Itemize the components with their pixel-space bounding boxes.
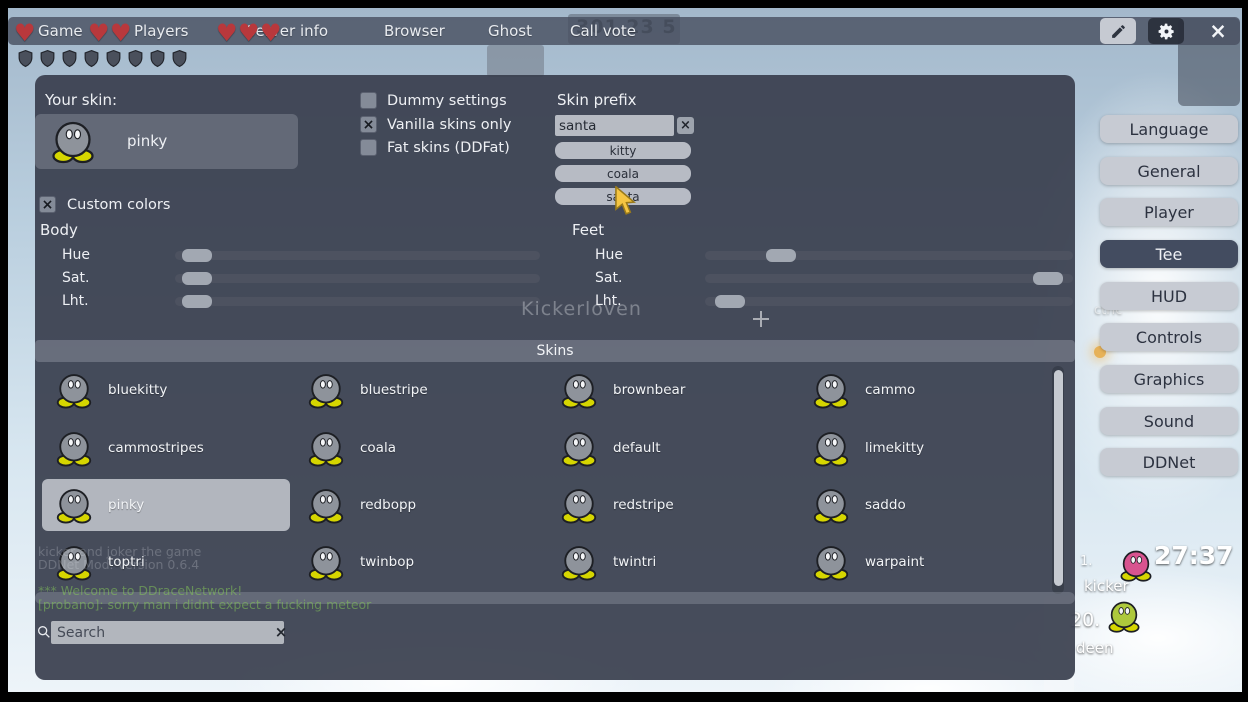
heart-icon: ♥ (14, 19, 36, 47)
skin-item-default[interactable]: default (547, 422, 795, 474)
hud-tee-icon (1106, 598, 1142, 638)
shield-icon (148, 49, 167, 72)
tee-icon (811, 370, 851, 410)
close-button[interactable]: × (1204, 17, 1232, 45)
shield-icon (104, 49, 123, 72)
edit-button[interactable] (1100, 18, 1136, 44)
tee-icon (559, 542, 599, 582)
skin-item-twinbop[interactable]: twinbop (294, 536, 542, 588)
tee-icon (306, 485, 346, 525)
tee-icon (306, 542, 346, 582)
tee-icon (811, 485, 851, 525)
skin-item-cammo[interactable]: cammo (799, 364, 1047, 416)
shield-icon (170, 49, 189, 72)
hud-text: 27:37 (1154, 541, 1234, 570)
shield-icon (82, 49, 101, 72)
shield-icon (126, 49, 145, 72)
tee-icon (559, 485, 599, 525)
skins-scrollbar[interactable] (1052, 366, 1064, 594)
menubar: × GamePlayersServer infoBrowserGhostCall… (8, 17, 1240, 45)
skin-name: coala (360, 440, 396, 456)
tee-icon (1106, 598, 1142, 634)
settings-button[interactable] (1148, 18, 1184, 44)
search-clear-button[interactable]: × (272, 623, 290, 641)
tee-icon (306, 428, 346, 468)
tee-icon (559, 428, 599, 468)
skin-item-redstripe[interactable]: redstripe (547, 479, 795, 531)
app-window: 301 23 5 Kickerloven ctric ♥♥♥♥♥♥ × Game… (0, 0, 1248, 702)
shield-icon (16, 49, 35, 72)
skin-name: redstripe (613, 497, 674, 513)
tee-icon (811, 542, 851, 582)
tee-icon (54, 370, 94, 410)
hud-text: kicker (1084, 577, 1129, 595)
skin-item-pinky[interactable]: pinky (42, 479, 290, 531)
skin-item-twintri[interactable]: twintri (547, 536, 795, 588)
skin-name: bluestripe (360, 382, 428, 398)
search-input[interactable] (51, 621, 284, 644)
tab-sound[interactable]: Sound (1100, 407, 1238, 435)
skin-item-brownbear[interactable]: brownbear (547, 364, 795, 416)
sparkle-icon (753, 311, 769, 331)
hud-text: 1. (1080, 554, 1092, 569)
tab-player[interactable]: Player (1100, 198, 1238, 226)
shield-icon (38, 49, 57, 72)
skin-name: warpaint (865, 554, 924, 570)
mouse-cursor-icon (613, 186, 639, 221)
game-screen: 301 23 5 Kickerloven ctric ♥♥♥♥♥♥ × Game… (8, 8, 1242, 692)
skin-name: pinky (108, 497, 144, 513)
tab-controls[interactable]: Controls (1100, 323, 1238, 351)
heart-icon: ♥ (216, 19, 238, 47)
skin-name: saddo (865, 497, 906, 513)
tab-general[interactable]: General (1100, 157, 1238, 185)
hud-text: deen (1076, 639, 1114, 657)
tab-ddnet[interactable]: DDNet (1100, 448, 1238, 476)
gear-icon (1157, 22, 1176, 41)
pencil-icon (1110, 23, 1127, 40)
skin-name: twinbop (360, 554, 414, 570)
skin-name: cammostripes (108, 440, 204, 456)
tee-icon (306, 370, 346, 410)
tee-icon (54, 428, 94, 468)
background-nameplate-kickerloven: Kickerloven (521, 298, 642, 320)
tab-hud[interactable]: HUD (1100, 282, 1238, 310)
skin-name: brownbear (613, 382, 685, 398)
heart-icon: ♥ (260, 19, 282, 47)
skin-item-redbopp[interactable]: redbopp (294, 479, 542, 531)
tab-language[interactable]: Language (1100, 115, 1238, 143)
chat-line: [probano]: sorry man i didnt expect a fu… (38, 597, 371, 612)
skin-item-cammostripes[interactable]: cammostripes (42, 422, 290, 474)
menu-item-browser[interactable]: Browser (384, 22, 445, 40)
skin-item-bluekitty[interactable]: bluekitty (42, 364, 290, 416)
tab-graphics[interactable]: Graphics (1100, 365, 1238, 393)
menu-item-game[interactable]: Game (38, 22, 83, 40)
heart-icon: ♥ (110, 19, 132, 47)
menu-item-call-vote[interactable]: Call vote (570, 22, 636, 40)
tab-tee[interactable]: Tee (1100, 240, 1238, 268)
search-icon (36, 624, 52, 644)
chat-line: *** Welcome to DDraceNetwork! (38, 583, 242, 598)
skin-item-coala[interactable]: coala (294, 422, 542, 474)
skin-item-bluestripe[interactable]: bluestripe (294, 364, 542, 416)
skin-item-saddo[interactable]: saddo (799, 479, 1047, 531)
skin-name: redbopp (360, 497, 416, 513)
tee-icon (559, 370, 599, 410)
chat-line: DDNet Mod. Version 0.6.4 (38, 557, 199, 572)
skin-item-warpaint[interactable]: warpaint (799, 536, 1047, 588)
tee-icon (811, 428, 851, 468)
skin-name: twintri (613, 554, 656, 570)
heart-icon: ♥ (88, 19, 110, 47)
menu-item-players[interactable]: Players (134, 22, 189, 40)
skin-name: cammo (865, 382, 915, 398)
scrollbar-handle[interactable] (1054, 370, 1063, 586)
skin-item-limekitty[interactable]: limekitty (799, 422, 1047, 474)
heart-icon: ♥ (238, 19, 260, 47)
skin-name: limekitty (865, 440, 924, 456)
menu-item-ghost[interactable]: Ghost (488, 22, 532, 40)
skin-name: default (613, 440, 661, 456)
shield-icon (60, 49, 79, 72)
tee-icon (54, 485, 94, 525)
skin-name: bluekitty (108, 382, 167, 398)
